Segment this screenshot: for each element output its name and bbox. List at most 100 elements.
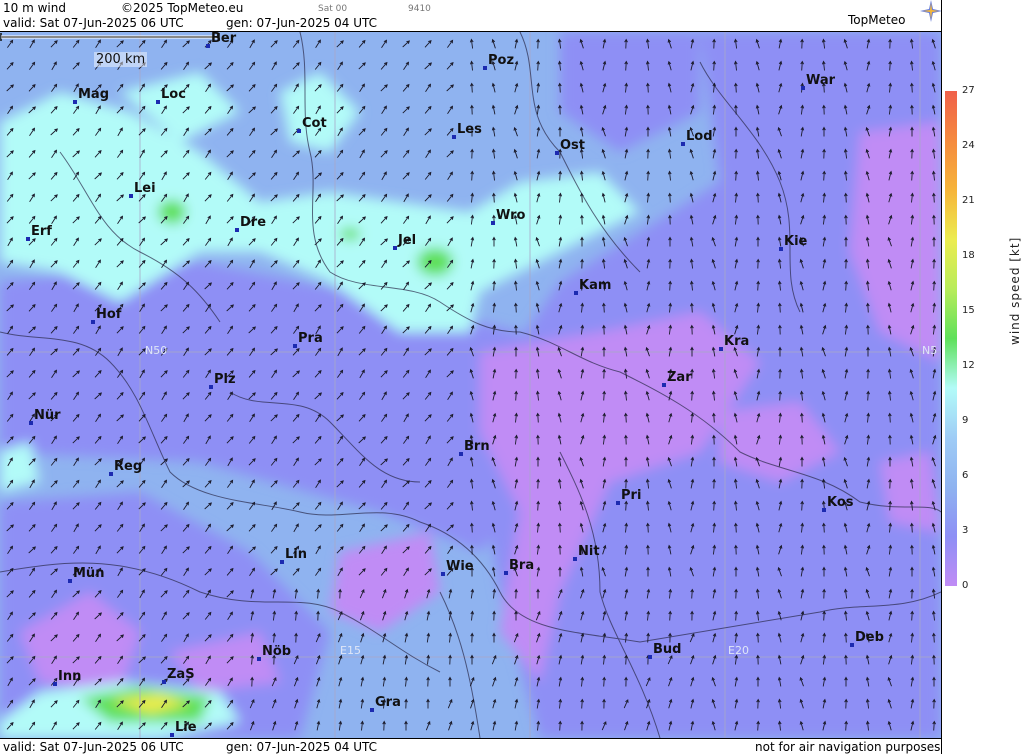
wind-arrow — [316, 588, 321, 599]
wind-arrow — [446, 193, 454, 202]
wind-arrow — [95, 479, 101, 489]
wind-arrow — [469, 60, 474, 71]
wind-arrow — [470, 588, 475, 599]
wind-arrow — [314, 524, 322, 532]
legend-tick-label: 6 — [962, 470, 969, 481]
wind-arrow — [689, 148, 694, 159]
wind-arrow — [514, 104, 519, 115]
wind-arrow — [337, 149, 344, 158]
wind-arrow — [535, 280, 540, 291]
wind-arrow — [249, 39, 255, 49]
wind-arrow — [426, 676, 430, 687]
city-marker — [648, 655, 652, 659]
wind-arrow — [558, 258, 563, 269]
wind-arrow — [646, 192, 651, 203]
wind-arrow — [270, 40, 278, 48]
product-title: 10 m wind — [3, 1, 66, 15]
wind-arrow — [513, 302, 518, 313]
sat-label: Sat 00 — [318, 4, 348, 14]
wind-arrow — [491, 82, 496, 93]
wind-arrow — [270, 171, 278, 180]
wind-arrow — [314, 172, 322, 180]
wind-arrow — [470, 192, 475, 203]
wind-arrow — [358, 128, 366, 136]
city-label: Loc — [161, 87, 186, 102]
grid-label-n50-right: N5 — [922, 344, 938, 357]
wind-arrow — [712, 170, 717, 181]
wind-arrow — [271, 501, 277, 511]
wind-arrow — [249, 501, 256, 510]
city-label: Poz — [488, 53, 515, 68]
wind-arrow — [226, 84, 234, 92]
wind-arrow — [271, 149, 278, 158]
city-marker — [616, 501, 620, 505]
wind-arrow — [424, 105, 432, 114]
wind-arrow — [601, 236, 606, 247]
city-marker — [129, 194, 133, 198]
wind-arrow — [403, 193, 409, 203]
wind-arrow — [558, 126, 562, 137]
city-label: Ost — [560, 138, 586, 153]
city-label: War — [806, 73, 836, 88]
city-label: Reg — [114, 459, 143, 474]
generated-time: gen: 07-Jun-2025 04 UTC — [226, 16, 378, 30]
wind-arrow — [448, 588, 453, 599]
wind-arrow — [338, 698, 343, 709]
wind-map[interactable]: N50 N5 E15 E20 200 km Ber Poz Mag Loc War Cot… — [0, 32, 941, 738]
city-marker — [73, 100, 77, 104]
city-label: Kos — [827, 495, 854, 510]
wind-arrow — [292, 62, 300, 70]
city-label: Nür — [34, 408, 61, 423]
legend-tick-label: 15 — [962, 305, 975, 316]
scale-bar — [0, 33, 220, 41]
wind-arrow — [492, 698, 497, 709]
wind-arrow — [513, 148, 518, 159]
wind-arrow — [6, 84, 14, 92]
wind-arrow — [404, 698, 408, 709]
city-marker — [459, 452, 463, 456]
wind-arrow — [271, 523, 278, 532]
wind-arrow — [470, 170, 475, 181]
wind-arrow — [646, 170, 651, 181]
wind-arrow — [381, 39, 388, 48]
city-marker — [280, 560, 284, 564]
wind-arrow — [204, 480, 212, 488]
wind-arrow — [402, 523, 410, 532]
wind-arrow — [667, 126, 672, 137]
city-marker — [370, 708, 374, 712]
legend-tick-label: 21 — [962, 195, 975, 206]
wind-arrow — [248, 172, 256, 180]
city-marker — [573, 557, 577, 561]
city-marker — [662, 383, 666, 387]
wind-arrow — [248, 546, 256, 554]
wind-arrow — [292, 150, 300, 158]
wind-arrow — [359, 523, 365, 533]
wind-arrow — [469, 676, 475, 687]
city-marker — [297, 129, 301, 133]
wind-arrow — [536, 170, 541, 181]
city-marker — [53, 682, 57, 686]
city-marker — [491, 221, 495, 225]
city-marker — [719, 347, 723, 351]
wind-arrow — [314, 501, 322, 510]
wind-arrow — [470, 104, 474, 115]
wind-arrow — [226, 150, 234, 158]
wind-arrow — [535, 302, 540, 313]
wind-arrow — [425, 720, 431, 731]
city-label: Bud — [653, 642, 682, 657]
wind-arrow — [382, 676, 387, 687]
wind-arrow — [424, 40, 432, 48]
wind-arrow — [382, 654, 387, 665]
wind-arrow — [360, 676, 365, 687]
wind-arrow — [426, 654, 431, 665]
wind-arrow — [248, 149, 256, 158]
city-marker — [235, 228, 239, 232]
city-marker — [452, 135, 456, 139]
wind-arrow — [402, 40, 410, 48]
city-label: Wro — [496, 208, 526, 223]
color-legend: 27 24 21 18 15 12 9 6 3 0 wind speed [kt] — [941, 0, 1033, 754]
wind-arrow — [580, 236, 584, 247]
city-label: Kam — [579, 278, 612, 293]
city-marker — [555, 151, 559, 155]
wind-arrow — [536, 126, 541, 137]
